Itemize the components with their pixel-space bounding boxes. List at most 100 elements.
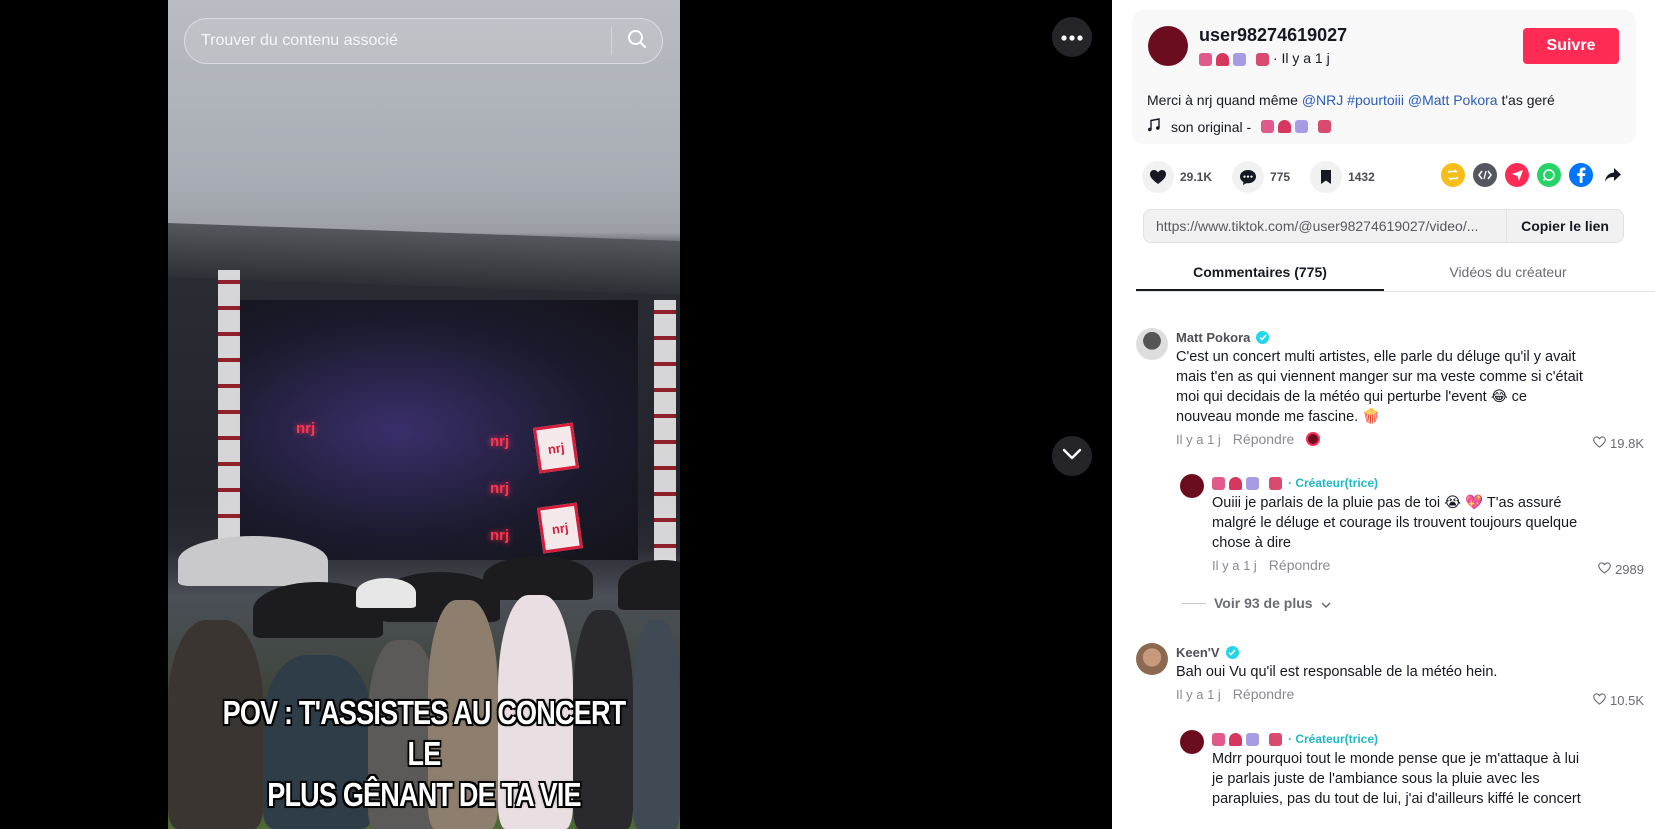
comment-item: Keen'V Bah oui Vu qu'il est responsable … (1136, 643, 1644, 718)
nrj-banner: nrj (536, 502, 584, 554)
more-options-button[interactable] (1052, 17, 1092, 57)
comment-button[interactable]: 775 (1232, 161, 1290, 193)
neon-sign: nrj (296, 420, 316, 437)
reply-item: · Créateur(trice) Mdrr pourquoi tout le … (1180, 730, 1644, 829)
comment-like-button[interactable]: 19.8K (1593, 436, 1644, 451)
repost-icon[interactable] (1441, 163, 1465, 187)
commenter-name-row: Matt Pokora (1176, 328, 1586, 346)
music-note-icon (1147, 118, 1161, 135)
search-button[interactable] (612, 19, 662, 63)
share-arrow-icon[interactable] (1601, 163, 1625, 187)
verified-badge-icon (1225, 645, 1239, 659)
commenter-avatar[interactable] (1136, 643, 1168, 675)
mention-link[interactable]: @Matt Pokora (1408, 92, 1498, 108)
related-search-bar (184, 18, 663, 64)
creator-emoji-name[interactable] (1212, 476, 1282, 490)
comment-count: 775 (1270, 170, 1291, 184)
commenter-name-row: · Créateur(trice) (1212, 730, 1592, 748)
search-icon (627, 29, 647, 54)
video-player[interactable]: nrj nrj nrj nrj nrj nrj POV : T'ASSISTES… (168, 0, 680, 829)
view-more-label: Voir 93 de plus (1214, 595, 1313, 611)
wind-emoji-icon (1295, 120, 1309, 133)
chevron-down-icon (1321, 595, 1331, 611)
comment-like-button[interactable]: 2989 (1598, 562, 1644, 577)
commenter-name-row: Keen'V (1176, 643, 1586, 661)
umbrella (618, 560, 680, 610)
music-line[interactable]: son original - (1147, 118, 1332, 135)
whatsapp-icon[interactable] (1537, 163, 1561, 187)
commenter-avatar[interactable] (1136, 328, 1168, 360)
follow-button[interactable]: Suivre (1523, 28, 1619, 64)
rollerskate-emoji-icon (1269, 476, 1282, 490)
wind-emoji-icon (1246, 732, 1259, 746)
author-avatar[interactable] (1148, 26, 1188, 66)
comment-like-count: 10.5K (1610, 693, 1644, 708)
comment-text: Bah oui Vu qu'il est responsable de la m… (1176, 664, 1498, 680)
commenter-avatar[interactable] (1180, 730, 1204, 754)
comment-icon (1232, 161, 1265, 193)
comment-text: Mdrr pourquoi tout le monde pense que je… (1212, 751, 1581, 807)
comment-time: Il y a 1 j (1176, 431, 1221, 447)
comment-like-count: 2989 (1615, 562, 1644, 577)
video-link-url[interactable]: https://www.tiktok.com/@user98274619027/… (1144, 218, 1506, 234)
hashtag-link[interactable]: #pourtoiii (1347, 92, 1404, 108)
neon-sign: nrj (490, 480, 510, 497)
embed-icon[interactable] (1473, 163, 1497, 187)
comment-body: · Créateur(trice) Mdrr pourquoi tout le … (1212, 730, 1592, 809)
stage-truss-right (654, 300, 676, 590)
stage-truss-left (218, 270, 240, 560)
mention-link[interactable]: @NRJ (1302, 92, 1343, 108)
wind-emoji-icon (1233, 52, 1246, 66)
next-video-button[interactable] (1052, 436, 1092, 476)
creator-label: · Créateur(trice) (1288, 732, 1379, 746)
heart-outline-icon (1593, 436, 1606, 451)
stage-roof (168, 223, 680, 295)
save-count: 1432 (1348, 170, 1375, 184)
copy-link-button[interactable]: Copier le lien (1506, 210, 1623, 242)
creator-label: · Créateur(trice) (1288, 476, 1379, 490)
send-to-friends-icon[interactable] (1505, 163, 1529, 187)
comment-body: · Créateur(trice) Ouiii je parlais de la… (1212, 474, 1592, 573)
comment-meta: Il y a 1 j Répondre (1212, 557, 1592, 573)
tab-comments[interactable]: Commentaires (775) (1136, 254, 1384, 291)
post-time: · Il y a 1 j (1272, 50, 1330, 66)
author-username[interactable]: user98274619027 (1199, 25, 1347, 46)
verified-badge-icon (1256, 330, 1270, 344)
rollerskate-emoji-icon (1318, 120, 1332, 133)
commenter-name[interactable]: Keen'V (1176, 645, 1220, 660)
video-area: nrj nrj nrj nrj nrj nrj POV : T'ASSISTES… (0, 0, 1112, 829)
nrj-banner: nrj (532, 422, 580, 474)
heart-icon (1142, 161, 1174, 193)
reply-button[interactable]: Répondre (1233, 686, 1295, 702)
reply-item: · Créateur(trice) Ouiii je parlais de la… (1180, 474, 1644, 579)
gift-emoji-icon (1199, 52, 1212, 66)
comment-time: Il y a 1 j (1212, 557, 1257, 573)
facebook-icon[interactable] (1569, 163, 1593, 187)
creator-liked-avatar (1306, 432, 1321, 446)
more-icon (1061, 28, 1083, 46)
reply-button[interactable]: Répondre (1233, 431, 1295, 447)
view-more-replies-button[interactable]: Voir 93 de plus (1182, 595, 1331, 611)
chevron-down-icon (1062, 447, 1082, 465)
reply-button[interactable]: Répondre (1269, 557, 1331, 573)
bookmark-icon (1310, 161, 1343, 193)
comment-text: Ouiii je parlais de la pluie pas de toi … (1212, 495, 1578, 551)
panel-tabs: Commentaires (775) Vidéos du créateur (1136, 254, 1655, 292)
caption-line: POV : T'ASSISTES AU CONCERT LE (222, 694, 627, 772)
tab-creator-videos[interactable]: Vidéos du créateur (1384, 254, 1632, 291)
comment-body: Keen'V Bah oui Vu qu'il est responsable … (1176, 643, 1586, 703)
search-input[interactable] (185, 19, 611, 63)
heart-outline-icon (1593, 693, 1606, 708)
rollerskate-emoji-icon (1256, 52, 1269, 66)
commenter-avatar[interactable] (1180, 474, 1204, 498)
comment-like-button[interactable]: 10.5K (1593, 693, 1644, 708)
save-button[interactable]: 1432 (1310, 161, 1375, 193)
like-button[interactable]: 29.1K (1142, 161, 1212, 193)
comment-like-count: 19.8K (1610, 436, 1644, 451)
video-caption: POV : T'ASSISTES AU CONCERT LE PLUS GÊNA… (214, 692, 634, 815)
creator-emoji-name[interactable] (1212, 732, 1282, 746)
gift-emoji-icon (1261, 120, 1275, 133)
comment-body: Matt Pokora C'est un concert multi artis… (1176, 328, 1586, 448)
person (633, 620, 680, 829)
commenter-name[interactable]: Matt Pokora (1176, 330, 1250, 345)
